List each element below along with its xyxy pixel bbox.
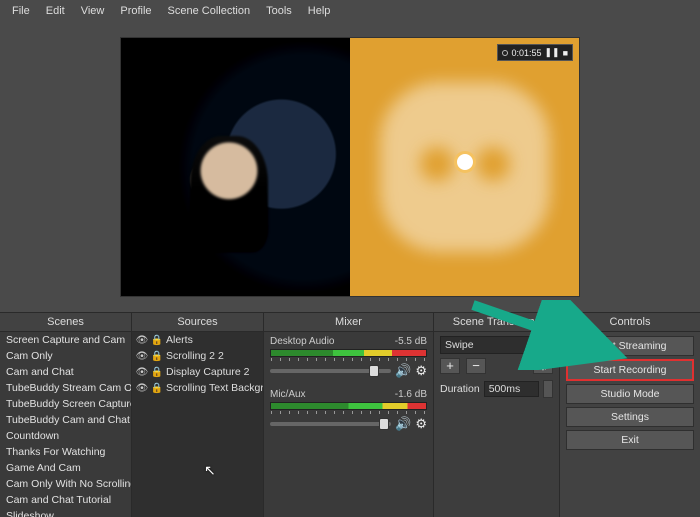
sources-panel: Sources 👁 🔒 Alerts 👁 🔒 Scrolling 2 2 👁 🔒…: [132, 313, 264, 517]
scene-item[interactable]: TubeBuddy Cam and Chat: [0, 412, 131, 428]
start-recording-button[interactable]: Start Recording: [566, 359, 694, 381]
scene-item[interactable]: Thanks For Watching: [0, 444, 131, 460]
visibility-icon[interactable]: 👁: [136, 366, 148, 378]
studio-mode-button[interactable]: Studio Mode: [566, 384, 694, 404]
gear-icon[interactable]: ⚙: [415, 363, 427, 379]
scenes-list[interactable]: Screen Capture and Cam Cam Only Cam and …: [0, 332, 131, 517]
scenes-panel: Scenes Screen Capture and Cam Cam Only C…: [0, 313, 132, 517]
scene-item[interactable]: Slideshow: [0, 508, 131, 517]
channel-label: Mic/Aux: [270, 389, 306, 400]
remove-transition-button[interactable]: −: [466, 358, 486, 374]
controls-body: Start Streaming Start Recording Studio M…: [560, 332, 700, 517]
volume-slider[interactable]: [270, 369, 391, 373]
scene-item[interactable]: Cam Only With No Scrolling: [0, 476, 131, 492]
settings-button[interactable]: Settings: [566, 407, 694, 427]
lock-icon[interactable]: 🔒: [151, 334, 163, 346]
menu-help[interactable]: Help: [302, 3, 337, 19]
menu-scene-collection[interactable]: Scene Collection: [162, 3, 257, 19]
preview-area: 0:01:55 ❚❚ ■: [0, 22, 700, 312]
channel-db: -5.5 dB: [395, 336, 427, 347]
transition-value: Swipe: [445, 339, 474, 351]
mixer-body: Desktop Audio -5.5 dB 🔊 ⚙ Mic/Aux -1.6 d…: [264, 332, 433, 517]
stop-icon: ■: [563, 48, 568, 58]
dock-area: Scenes Screen Capture and Cam Cam Only C…: [0, 312, 700, 517]
webcam-feed: [121, 38, 350, 296]
gear-icon[interactable]: ⚙: [415, 416, 427, 432]
transitions-body: Swipe ▾ + − ⚙ Duration 500ms: [434, 332, 559, 517]
record-dot-icon: [502, 50, 508, 56]
scene-item[interactable]: Cam and Chat Tutorial: [0, 492, 131, 508]
scene-item[interactable]: Screen Capture and Cam: [0, 332, 131, 348]
recording-time: 0:01:55: [511, 48, 541, 58]
discord-capture: 0:01:55 ❚❚ ■: [350, 38, 579, 296]
duration-spinner[interactable]: [543, 380, 553, 398]
program-preview[interactable]: 0:01:55 ❚❚ ■: [120, 37, 580, 297]
sources-header: Sources: [132, 313, 263, 332]
add-transition-button[interactable]: +: [440, 358, 460, 374]
channel-db: -1.6 dB: [395, 389, 427, 400]
vu-meter: [270, 349, 427, 357]
lock-icon[interactable]: 🔒: [151, 350, 163, 362]
volume-slider[interactable]: [270, 422, 391, 426]
pause-icon: ❚❚: [544, 47, 559, 58]
menu-profile[interactable]: Profile: [114, 3, 157, 19]
scene-item[interactable]: Game And Cam: [0, 460, 131, 476]
recording-overlay: 0:01:55 ❚❚ ■: [497, 44, 573, 61]
lock-icon[interactable]: 🔒: [151, 382, 163, 394]
source-item[interactable]: 👁 🔒 Scrolling Text Background: [132, 380, 263, 396]
visibility-icon[interactable]: 👁: [136, 350, 148, 362]
cursor-icon: ↖: [204, 462, 216, 479]
mixer-panel: Mixer Desktop Audio -5.5 dB 🔊 ⚙ Mic/Aux …: [264, 313, 434, 517]
controls-panel: Controls Start Streaming Start Recording…: [560, 313, 700, 517]
source-label: Alerts: [166, 334, 193, 346]
chevron-down-icon: ▾: [543, 339, 548, 351]
visibility-icon[interactable]: 👁: [136, 334, 148, 346]
transition-select[interactable]: Swipe ▾: [440, 336, 553, 354]
scene-item[interactable]: Cam Only: [0, 348, 131, 364]
visibility-icon[interactable]: 👁: [136, 382, 148, 394]
start-streaming-button[interactable]: Start Streaming: [566, 336, 694, 356]
menu-edit[interactable]: Edit: [40, 3, 71, 19]
controls-header: Controls: [560, 313, 700, 332]
duration-input[interactable]: 500ms: [484, 381, 539, 397]
transition-settings-button[interactable]: ⚙: [533, 358, 553, 374]
scene-item[interactable]: TubeBuddy Stream Cam Only: [0, 380, 131, 396]
source-item[interactable]: 👁 🔒 Display Capture 2: [132, 364, 263, 380]
speaker-icon[interactable]: 🔊: [395, 416, 411, 432]
speaker-icon[interactable]: 🔊: [395, 363, 411, 379]
transitions-panel: Scene Transitions Swipe ▾ + − ⚙ Duration…: [434, 313, 560, 517]
lock-icon[interactable]: 🔒: [151, 366, 163, 378]
source-label: Display Capture 2: [166, 366, 249, 378]
menu-tools[interactable]: Tools: [260, 3, 298, 19]
exit-button[interactable]: Exit: [566, 430, 694, 450]
mixer-header: Mixer: [264, 313, 433, 332]
menu-bar: File Edit View Profile Scene Collection …: [0, 0, 700, 22]
source-item[interactable]: 👁 🔒 Alerts: [132, 332, 263, 348]
channel-label: Desktop Audio: [270, 336, 335, 347]
source-item[interactable]: 👁 🔒 Scrolling 2 2: [132, 348, 263, 364]
menu-file[interactable]: File: [6, 3, 36, 19]
scene-item[interactable]: TubeBuddy Screen Capture an: [0, 396, 131, 412]
duration-label: Duration: [440, 383, 480, 395]
discord-face-icon: [454, 151, 476, 173]
scene-item[interactable]: Cam and Chat: [0, 364, 131, 380]
scenes-header: Scenes: [0, 313, 131, 332]
source-label: Scrolling 2 2: [166, 350, 224, 362]
menu-view[interactable]: View: [75, 3, 111, 19]
sources-list[interactable]: 👁 🔒 Alerts 👁 🔒 Scrolling 2 2 👁 🔒 Display…: [132, 332, 263, 517]
source-label: Scrolling Text Background: [166, 382, 263, 394]
transitions-header: Scene Transitions: [434, 313, 559, 332]
mixer-channel-desktop: Desktop Audio -5.5 dB 🔊 ⚙: [270, 336, 427, 379]
scene-item[interactable]: Countdown: [0, 428, 131, 444]
vu-meter: [270, 402, 427, 410]
mixer-channel-mic: Mic/Aux -1.6 dB 🔊 ⚙: [270, 389, 427, 432]
